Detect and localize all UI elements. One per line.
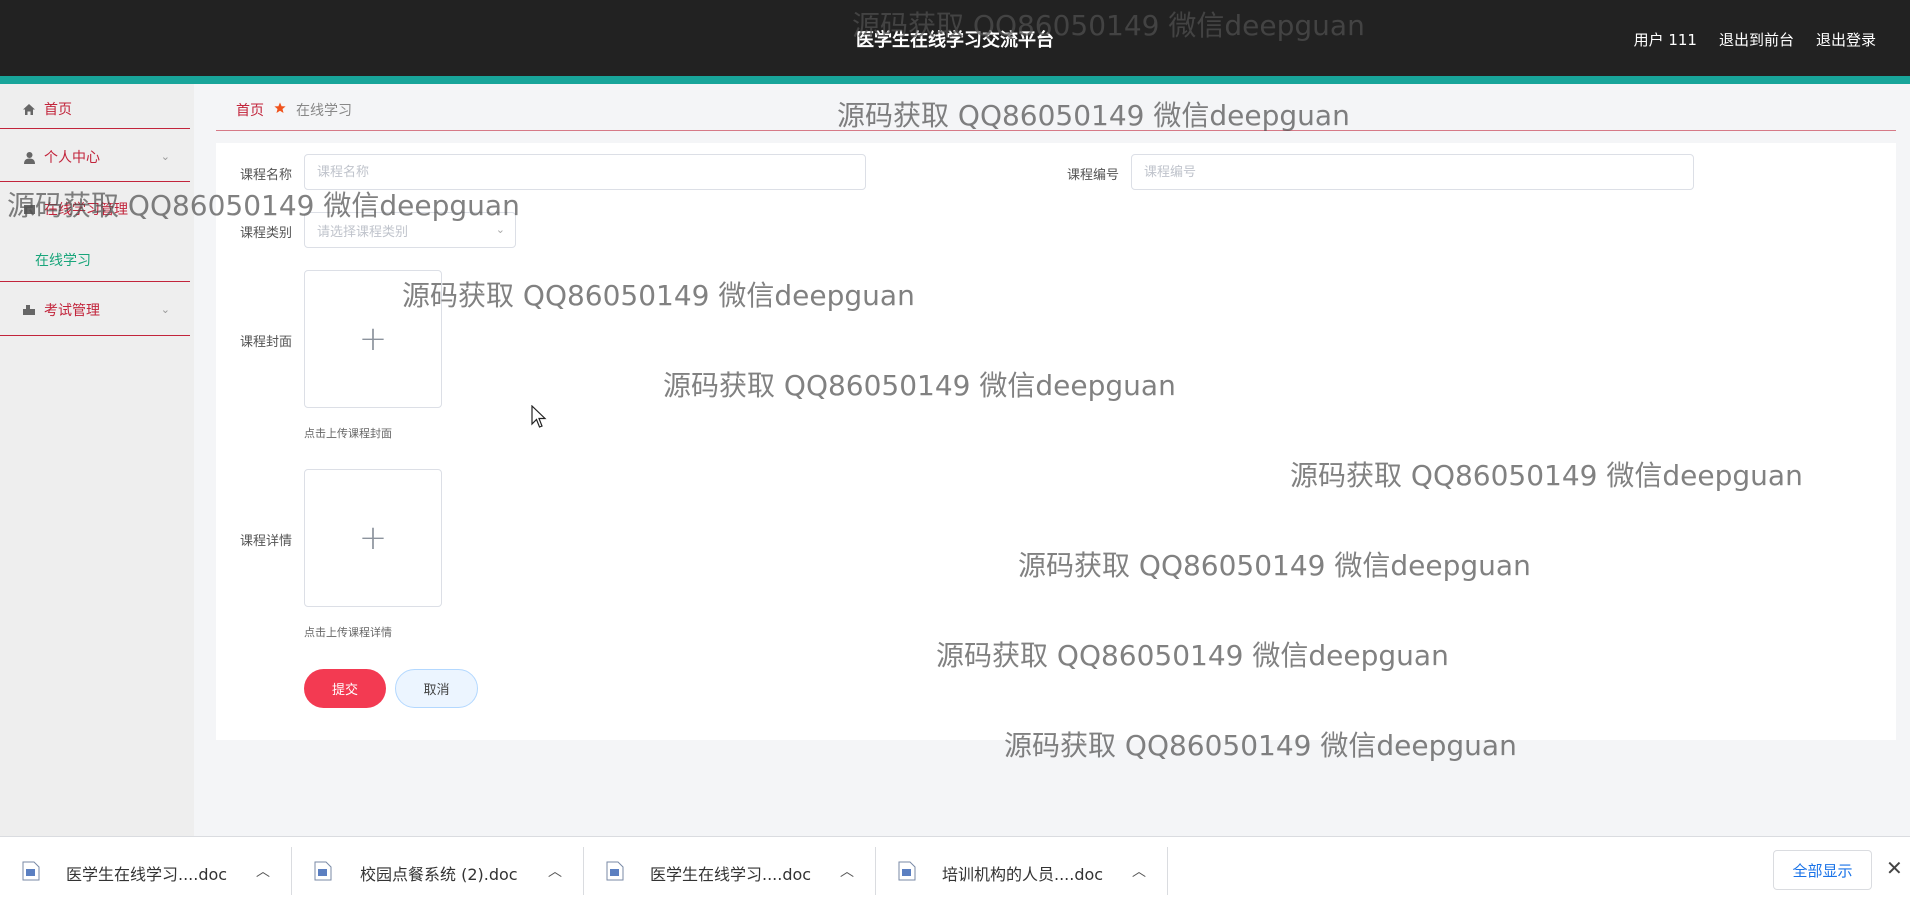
home-icon bbox=[20, 101, 38, 117]
breadcrumb-home[interactable]: 首页 bbox=[236, 100, 264, 120]
cancel-button[interactable]: 取消 bbox=[395, 669, 478, 708]
course-no-input[interactable] bbox=[1131, 154, 1694, 190]
download-bar: 医学生在线学习....doc ︿ 校园点餐系统 (2).doc ︿ 医学生在线学… bbox=[0, 836, 1910, 904]
chevron-up-icon[interactable]: ︿ bbox=[1132, 861, 1146, 881]
chevron-down-icon: ⌄ bbox=[495, 223, 505, 236]
course-no-label: 课程编号 bbox=[1067, 168, 1120, 183]
plus-icon: + bbox=[358, 319, 388, 359]
close-icon[interactable]: ✕ bbox=[1886, 856, 1903, 880]
download-item[interactable]: 培训机构的人员....doc ︿ bbox=[876, 837, 1166, 904]
breadcrumb-current: 在线学习 bbox=[296, 103, 352, 119]
download-item[interactable]: 医学生在线学习....doc ︿ bbox=[0, 837, 290, 904]
sidebar-subitem-online-study[interactable]: 在线学习 bbox=[35, 250, 91, 270]
app-title: 医学生在线学习交流平台 bbox=[856, 30, 1054, 51]
download-item[interactable]: 医学生在线学习....doc ︿ bbox=[584, 837, 874, 904]
menu-divider bbox=[0, 281, 190, 282]
breadcrumb-separator-icon bbox=[274, 102, 286, 118]
sidebar-item-course-mgmt[interactable]: 在线学习管理 bbox=[0, 184, 190, 234]
exam-icon bbox=[20, 302, 38, 318]
sidebar-item-home[interactable]: 首页 bbox=[0, 84, 190, 134]
category-label: 课程类别 bbox=[240, 226, 293, 241]
chevron-up-icon[interactable]: ︿ bbox=[256, 861, 270, 881]
menu-divider bbox=[0, 335, 190, 336]
download-item[interactable]: 校园点餐系统 (2).doc ︿ bbox=[292, 837, 582, 904]
user-link[interactable]: 用户 111 bbox=[1634, 29, 1697, 50]
download-file-name: 校园点餐系统 (2).doc bbox=[360, 865, 518, 884]
breadcrumb: 首页 在线学习 bbox=[236, 100, 352, 120]
breadcrumb-divider bbox=[216, 130, 1896, 131]
doc-file-icon bbox=[22, 861, 40, 881]
cover-uploader[interactable]: + bbox=[304, 270, 442, 408]
detail-uploader[interactable]: + bbox=[304, 469, 442, 607]
category-select-placeholder: 请选择课程类别 bbox=[317, 224, 409, 240]
sidebar-item-label: 考试管理 bbox=[44, 303, 100, 319]
mouse-cursor-icon bbox=[531, 404, 547, 433]
top-bar: 医学生在线学习交流平台 用户 111 退出到前台 退出登录 bbox=[0, 0, 1910, 76]
menu-divider bbox=[0, 181, 190, 182]
show-all-downloads-button[interactable]: 全部显示 bbox=[1773, 850, 1872, 890]
sidebar-item-personal[interactable]: 个人中心 ⌄ bbox=[0, 132, 190, 182]
download-file-name: 培训机构的人员....doc bbox=[942, 865, 1104, 884]
chevron-down-icon: ⌄ bbox=[160, 303, 170, 316]
download-file-name: 医学生在线学习....doc bbox=[66, 865, 228, 884]
download-divider bbox=[1167, 847, 1168, 895]
menu-divider bbox=[0, 128, 190, 129]
cover-label: 课程封面 bbox=[240, 335, 293, 350]
book-icon bbox=[20, 201, 38, 217]
chevron-up-icon[interactable]: ︿ bbox=[548, 861, 562, 881]
submit-button[interactable]: 提交 bbox=[304, 669, 386, 708]
watermark: 源码获取 QQ86050149 微信deepguan bbox=[837, 99, 1350, 132]
detail-label: 课程详情 bbox=[240, 534, 293, 549]
top-links: 用户 111 退出到前台 退出登录 bbox=[1634, 29, 1876, 50]
sidebar-item-label: 首页 bbox=[44, 102, 72, 118]
sidebar: 首页 个人中心 ⌄ 在线学习管理 在线学习 考试管理 ⌄ bbox=[0, 84, 194, 836]
detail-hint: 点击上传课程详情 bbox=[304, 626, 392, 639]
course-name-label: 课程名称 bbox=[240, 168, 293, 183]
plus-icon: + bbox=[358, 518, 388, 558]
doc-file-icon bbox=[606, 861, 624, 881]
cover-hint: 点击上传课程封面 bbox=[304, 427, 392, 440]
chevron-up-icon[interactable]: ︿ bbox=[840, 861, 854, 881]
back-to-front-link[interactable]: 退出到前台 bbox=[1719, 29, 1794, 50]
sidebar-item-label: 在线学习管理 bbox=[44, 202, 128, 218]
category-select[interactable]: 请选择课程类别 ⌄ bbox=[304, 212, 516, 248]
download-file-name: 医学生在线学习....doc bbox=[650, 865, 812, 884]
doc-file-icon bbox=[898, 861, 916, 881]
sidebar-item-exam[interactable]: 考试管理 ⌄ bbox=[0, 285, 190, 335]
course-name-input[interactable] bbox=[304, 154, 866, 190]
doc-file-icon bbox=[314, 861, 332, 881]
chevron-down-icon: ⌄ bbox=[160, 150, 170, 163]
sidebar-item-label: 个人中心 bbox=[44, 150, 100, 166]
user-icon bbox=[20, 149, 38, 165]
top-accent-bar bbox=[0, 76, 1910, 84]
logout-link[interactable]: 退出登录 bbox=[1816, 29, 1876, 50]
